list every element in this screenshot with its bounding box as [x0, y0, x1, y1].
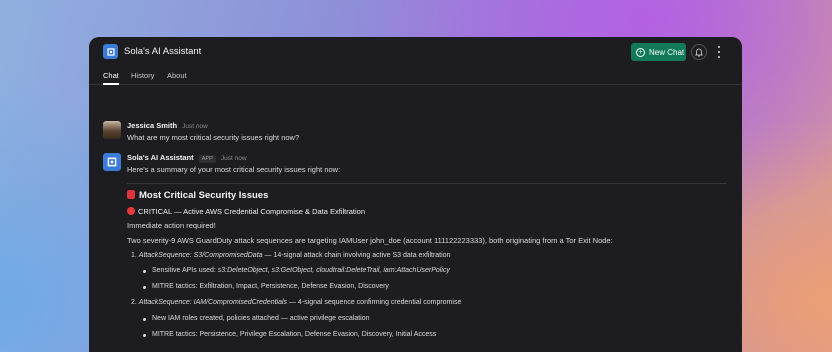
active-tab-indicator — [103, 83, 119, 85]
critical-heading: CRITICAL — Active AWS Credential Comprom… — [127, 207, 365, 216]
bell-icon[interactable] — [691, 44, 707, 60]
action-line: Immediate action required! — [127, 221, 216, 230]
app-badge: APP — [198, 155, 216, 163]
assistant-avatar-icon — [103, 153, 121, 171]
tab-history[interactable]: History — [131, 71, 154, 80]
message-intro: Here's a summary of your most critical s… — [127, 165, 341, 174]
new-chat-button[interactable]: + New Chat — [631, 43, 686, 61]
red-circle-icon — [127, 207, 135, 215]
assistant-window: Sola's AI Assistant + New Chat Chat Hist… — [89, 37, 742, 352]
timestamp: Just now — [182, 123, 208, 130]
list-item: Sensitive APIs used: s3:DeleteObject, s3… — [143, 267, 450, 274]
attack-sequence-name: AttackSequence: S3/CompromisedData — [138, 252, 263, 259]
plus-icon: + — [636, 47, 645, 57]
attack-sequence-name: AttackSequence: IAM/CompromisedCredentia… — [138, 299, 288, 306]
timestamp: Just now — [220, 155, 247, 162]
list-item: New IAM roles created, policies attached… — [143, 315, 370, 322]
divider — [127, 183, 727, 184]
app-title: Sola's AI Assistant — [124, 46, 202, 57]
tab-about[interactable]: About — [167, 71, 187, 80]
tab-chat[interactable]: Chat — [103, 71, 119, 80]
author-name: Jessica Smith — [127, 121, 178, 130]
message-header: Jessica Smith Just now — [127, 121, 208, 130]
new-chat-label: New Chat — [649, 47, 685, 57]
list-item: MITRE tactics: Persistence, Privilege Es… — [142, 331, 437, 338]
summary-text: Two severity-9 AWS GuardDuty attack sequ… — [127, 236, 613, 245]
alarm-icon — [127, 190, 135, 199]
issues-heading: Most Critical Security Issues — [127, 190, 268, 201]
author-name: Sola's AI Assistant — [127, 153, 194, 162]
more-options-icon[interactable] — [715, 45, 723, 59]
app-logo-icon — [103, 44, 118, 59]
list-item: MITRE tactics: Exfiltration, Impact, Per… — [143, 283, 389, 290]
title-bar: Sola's AI Assistant + New Chat — [89, 37, 742, 67]
list-item: 2. AttackSequence: IAM/CompromisedCreden… — [131, 299, 462, 306]
list-item: 1. AttackSequence: S3/CompromisedData — … — [131, 252, 451, 259]
message-header: Sola's AI Assistant APP Just now — [127, 153, 247, 163]
message-text: What are my most critical security issue… — [127, 133, 300, 142]
avatar — [103, 121, 121, 139]
tab-bar: Chat History About — [89, 67, 742, 85]
